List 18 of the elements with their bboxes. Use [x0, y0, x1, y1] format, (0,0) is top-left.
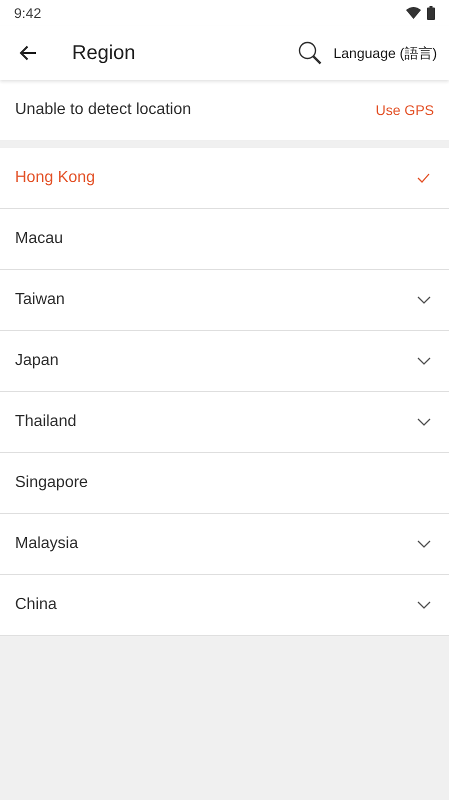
- region-item[interactable]: Malaysia: [0, 514, 449, 575]
- region-item[interactable]: Thailand: [0, 392, 449, 453]
- back-arrow-icon: [19, 45, 37, 61]
- battery-icon: [427, 6, 435, 20]
- use-gps-link[interactable]: Use GPS: [376, 100, 434, 120]
- region-item[interactable]: Macau: [0, 209, 449, 270]
- wifi-icon: [406, 7, 421, 19]
- status-time: 9:42: [14, 4, 42, 22]
- search-icon: [298, 41, 322, 65]
- language-button[interactable]: Language (語言): [333, 42, 449, 64]
- location-message: Unable to detect location: [15, 100, 192, 120]
- region-item[interactable]: Taiwan: [0, 270, 449, 331]
- region-item[interactable]: Japan: [0, 331, 449, 392]
- page-title: Region: [72, 41, 136, 66]
- check-icon: [417, 173, 430, 183]
- region-item[interactable]: Hong Kong: [0, 148, 449, 209]
- region-item[interactable]: China: [0, 575, 449, 636]
- region-item[interactable]: Singapore: [0, 453, 449, 514]
